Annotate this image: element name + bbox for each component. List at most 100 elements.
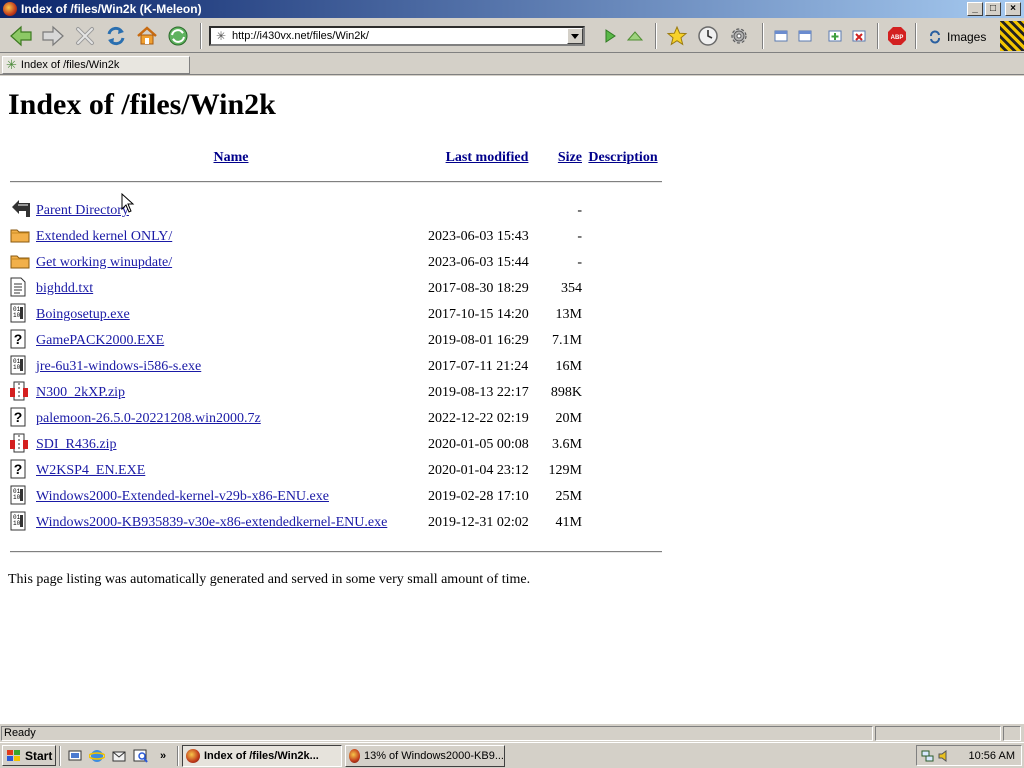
mail-icon <box>112 751 126 761</box>
back-button[interactable] <box>8 23 34 49</box>
internet-explorer-icon <box>89 749 105 762</box>
sort-by-size-link[interactable]: Size <box>558 150 582 165</box>
search-launch-button[interactable] <box>130 745 152 767</box>
file-link[interactable]: Extended kernel ONLY/ <box>36 229 172 244</box>
row-icon-cell <box>10 380 34 406</box>
adblock-button[interactable]: ABP <box>884 23 910 49</box>
k-meleon-icon[interactable] <box>3 2 17 16</box>
description-column-header[interactable]: Description <box>584 144 662 171</box>
navigation-toolbar: ✳ http://i430vx.net/files/Win2k/ ABP Ima… <box>0 19 1024 53</box>
table-row: ? W2KSP4_EN.EXE 2020-01-04 23:12 129M <box>10 458 662 484</box>
task-browser-window[interactable]: Index of /files/Win2k... <box>182 744 342 767</box>
table-row: N300_2kXP.zip 2019-08-13 22:17 898K <box>10 380 662 406</box>
row-size-cell: 3.6M <box>552 437 582 452</box>
close-button[interactable]: × <box>1005 2 1021 16</box>
bookmarks-button[interactable] <box>664 23 690 49</box>
network-icon[interactable] <box>921 749 935 763</box>
show-desktop-button[interactable] <box>64 745 86 767</box>
row-description-cell <box>584 458 662 484</box>
table-row: Parent Directory - <box>10 198 662 224</box>
task-download-window[interactable]: 13% of Windows2000-KB9... <box>345 744 505 767</box>
row-size-cell: 7.1M <box>552 333 582 348</box>
images-toggle-button[interactable]: Images <box>928 27 986 47</box>
maximize-button[interactable]: □ <box>985 2 1001 16</box>
row-modified-cell: 2019-12-31 02:02 <box>428 515 529 530</box>
file-link[interactable]: jre-6u31-windows-i586-s.exe <box>36 359 201 374</box>
go-button[interactable] <box>597 23 623 49</box>
new-layer-button[interactable] <box>822 23 848 49</box>
url-dropdown-button[interactable] <box>567 28 583 44</box>
search-icon <box>133 749 148 763</box>
title-bar[interactable]: Index of /files/Win2k (K-Meleon) _ □ × <box>0 0 1024 18</box>
file-link[interactable]: W2KSP4_EN.EXE <box>36 463 145 478</box>
tab-index-win2k[interactable]: ✳ Index of /files/Win2k <box>2 56 190 74</box>
modified-column-header[interactable]: Last modified <box>428 144 546 171</box>
volume-icon[interactable] <box>937 749 951 763</box>
row-size-cell: 898K <box>550 385 582 400</box>
toolbar-separator <box>200 23 202 49</box>
minimize-button[interactable]: _ <box>967 2 983 16</box>
file-link[interactable]: bighdd.txt <box>36 281 93 296</box>
home-button[interactable] <box>134 23 160 49</box>
k-meleon-icon <box>186 748 200 763</box>
start-label: Start <box>25 748 53 763</box>
table-row: Get working winupdate/2023-06-03 15:44 - <box>10 250 662 276</box>
text-file-icon <box>10 277 26 301</box>
horizontal-rule <box>10 180 662 183</box>
start-button[interactable]: Start <box>2 745 56 766</box>
file-link[interactable]: GamePACK2000.EXE <box>36 333 164 348</box>
clock-icon <box>698 26 718 46</box>
quick-launch-more-button[interactable]: » <box>152 745 174 767</box>
row-size-cell: 20M <box>555 411 582 426</box>
row-name-cell: Extended kernel ONLY/ <box>36 224 426 250</box>
file-link[interactable]: Boingosetup.exe <box>36 307 130 322</box>
table-row: 01 10 Windows2000-KB935839-v30e-x86-extend… <box>10 510 662 536</box>
row-name-cell: jre-6u31-windows-i586-s.exe <box>36 354 426 380</box>
file-link[interactable]: Windows2000-Extended-kernel-v29b-x86-ENU… <box>36 489 329 504</box>
row-name-cell: palemoon-26.5.0-20221208.win2000.7z <box>36 406 426 432</box>
file-link[interactable]: Parent Directory <box>36 203 129 218</box>
table-row: 01 10 Windows2000-Extended-kernel-v29b-x86… <box>10 484 662 510</box>
row-icon-cell <box>10 250 34 276</box>
preferences-button[interactable] <box>726 23 752 49</box>
row-description-cell <box>584 250 662 276</box>
row-size-cell: 13M <box>555 307 582 322</box>
horizontal-rule <box>10 551 662 553</box>
layer-next-button[interactable] <box>792 23 818 49</box>
stop-icon <box>76 27 94 45</box>
sort-by-modified-link[interactable]: Last modified <box>446 150 529 165</box>
forward-button[interactable] <box>40 23 66 49</box>
name-column-header[interactable]: Name <box>36 144 426 171</box>
sync-button[interactable] <box>165 23 191 49</box>
stop-button[interactable] <box>72 23 98 49</box>
sort-by-name-link[interactable]: Name <box>214 150 249 165</box>
close-layer-button[interactable] <box>846 23 872 49</box>
file-link[interactable]: N300_2kXP.zip <box>36 385 125 400</box>
tab-label: Index of /files/Win2k <box>20 59 120 71</box>
row-modified-cell: 2020-01-05 00:08 <box>428 437 529 452</box>
history-button[interactable] <box>695 23 721 49</box>
file-link[interactable]: SDI_R436.zip <box>36 437 117 452</box>
ie-launch-button[interactable] <box>86 745 108 767</box>
row-name-cell: Get working winupdate/ <box>36 250 426 276</box>
row-name-cell: bighdd.txt <box>36 276 426 302</box>
clock[interactable]: 10:56 AM <box>969 750 1015 762</box>
row-description-cell <box>584 406 662 432</box>
file-link[interactable]: Windows2000-KB935839-v30e-x86-extendedke… <box>36 515 387 530</box>
url-bar[interactable]: ✳ <box>209 26 585 46</box>
size-column-header[interactable]: Size <box>548 144 582 171</box>
svg-text:10: 10 <box>13 312 21 319</box>
file-link[interactable]: Get working winupdate/ <box>36 255 172 270</box>
file-link[interactable]: palemoon-26.5.0-20221208.win2000.7z <box>36 411 261 426</box>
close-window-icon <box>852 30 866 42</box>
url-input[interactable] <box>232 29 567 43</box>
reload-button[interactable] <box>103 23 129 49</box>
row-icon-cell: 01 10 <box>10 354 34 380</box>
row-modified-cell: 2017-07-11 21:24 <box>428 359 529 374</box>
row-size-cell: 354 <box>561 281 582 296</box>
layer-prev-button[interactable] <box>768 23 794 49</box>
row-icon-cell <box>10 276 34 302</box>
outlook-express-button[interactable] <box>108 745 130 767</box>
sort-by-description-link[interactable]: Description <box>588 150 657 165</box>
up-button[interactable] <box>622 23 648 49</box>
